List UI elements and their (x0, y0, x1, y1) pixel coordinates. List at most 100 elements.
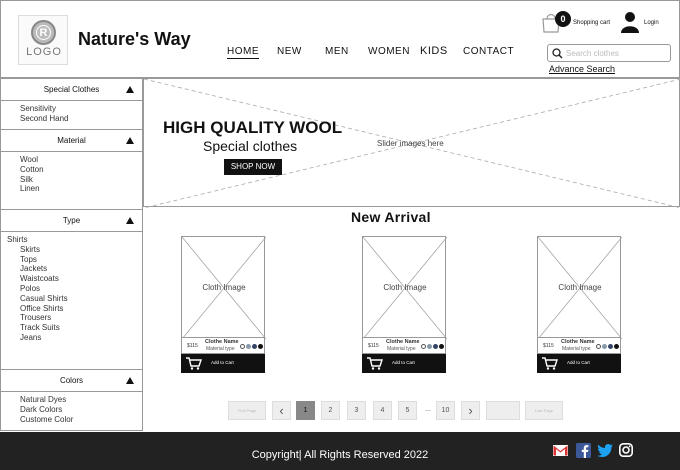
product-name[interactable]: Clothe Name (386, 339, 420, 345)
filter-item[interactable]: Linen (20, 184, 142, 194)
color-swatch[interactable] (596, 344, 601, 349)
filter-item[interactable]: Office Shirts (20, 304, 142, 314)
pagination-spacer (486, 401, 520, 420)
product-image-label: Cloth Image (558, 283, 602, 292)
product-image[interactable]: Cloth Image (181, 236, 266, 339)
page-10-button[interactable]: 10 (436, 401, 455, 420)
color-swatch[interactable] (602, 344, 607, 349)
add-to-cart-button[interactable]: Add to Cart (181, 354, 265, 373)
filter-item[interactable]: Tops (20, 255, 142, 265)
hero-slider[interactable]: HIGH QUALITY WOOL Special clothes SHOP N… (143, 78, 680, 208)
product-card[interactable]: Cloth Image $115 Clothe Name Material ty… (537, 236, 622, 373)
filter-item[interactable]: Jackets (20, 264, 142, 274)
page-4-button[interactable]: 4 (373, 401, 392, 420)
twitter-icon[interactable] (597, 444, 613, 457)
product-image[interactable]: Cloth Image (362, 236, 447, 339)
gmail-icon[interactable] (553, 445, 568, 456)
cart-icon (542, 357, 558, 370)
product-material: Material type (387, 346, 416, 352)
next-page-button[interactable]: › (461, 401, 480, 420)
filter-item[interactable]: Silk (20, 175, 142, 185)
filter-item[interactable]: Waistcoats (20, 274, 142, 284)
last-page-button[interactable]: Last Page (525, 401, 563, 420)
instagram-icon[interactable] (619, 443, 633, 457)
color-swatch[interactable] (421, 344, 426, 349)
color-swatch[interactable] (614, 344, 619, 349)
nav-home[interactable]: HOME (227, 46, 259, 59)
filter-item[interactable]: Dark Colors (20, 405, 142, 415)
filter-item[interactable]: Track Suits (20, 323, 142, 333)
cart-label[interactable]: Shopping cart (573, 20, 610, 26)
product-name[interactable]: Clothe Name (561, 339, 595, 345)
pagination-ellipsis: ... (425, 406, 431, 413)
filter-item[interactable]: Wool (20, 155, 142, 165)
filter-header-type[interactable]: Type (1, 210, 142, 232)
page-2-button[interactable]: 2 (321, 401, 340, 420)
color-swatch[interactable] (427, 344, 432, 349)
color-swatch[interactable] (246, 344, 251, 349)
user-icon[interactable] (620, 11, 640, 33)
filter-list: Natural Dyes Dark Colors Custome Color (1, 392, 142, 424)
filter-item[interactable]: Second Hand (20, 114, 142, 124)
nav-kids[interactable]: KIDS (420, 45, 448, 57)
filter-item[interactable]: Shirts (7, 235, 142, 245)
filter-list: Shirts Skirts Tops Jackets Waistcoats Po… (1, 232, 142, 343)
collapse-triangle-icon[interactable] (126, 137, 134, 144)
search-input[interactable] (566, 47, 666, 60)
product-image-label: Cloth Image (202, 283, 246, 292)
cart-icon (186, 357, 202, 370)
section-title: New Arrival (351, 209, 431, 225)
collapse-triangle-icon[interactable] (126, 377, 134, 384)
nav-men[interactable]: MEN (325, 46, 349, 57)
color-swatch[interactable] (240, 344, 245, 349)
search-box (547, 44, 671, 62)
add-to-cart-button[interactable]: Add to Cart (362, 354, 446, 373)
filter-item[interactable]: Skirts (20, 245, 142, 255)
color-swatch[interactable] (252, 344, 257, 349)
product-card[interactable]: Cloth Image $115 Clothe Name Material ty… (362, 236, 447, 373)
collapse-triangle-icon[interactable] (126, 86, 134, 93)
shop-now-button[interactable]: SHOP NOW (224, 159, 282, 175)
product-card[interactable]: Cloth Image $115 Clothe Name Material ty… (181, 236, 266, 373)
color-swatch[interactable] (608, 344, 613, 349)
facebook-icon[interactable] (576, 443, 591, 458)
page-5-button[interactable]: 5 (398, 401, 417, 420)
color-swatch[interactable] (439, 344, 444, 349)
logo-mark-icon: R (31, 20, 56, 45)
color-swatch[interactable] (433, 344, 438, 349)
collapse-triangle-icon[interactable] (126, 217, 134, 224)
add-to-cart-button[interactable]: Add to Cart (537, 354, 621, 373)
product-name[interactable]: Clothe Name (205, 339, 239, 345)
first-page-button[interactable]: First Page (228, 401, 266, 420)
advance-search-link[interactable]: Advance Search (549, 64, 615, 74)
filter-header-colors[interactable]: Colors (1, 370, 142, 392)
nav-women[interactable]: WOMEN (368, 46, 410, 57)
page-3-button[interactable]: 3 (347, 401, 366, 420)
login-link[interactable]: Login (644, 20, 659, 26)
logo-text: LOGO (26, 46, 62, 58)
product-image[interactable]: Cloth Image (537, 236, 622, 339)
filter-item[interactable]: Casual Shirts (20, 294, 142, 304)
product-info: $115 Clothe Name Material type (181, 338, 265, 354)
filter-item[interactable]: Sensitivity (20, 104, 142, 114)
product-price: $115 (543, 343, 554, 349)
filter-item[interactable]: Jeans (20, 333, 142, 343)
filter-item[interactable]: Natural Dyes (20, 395, 142, 405)
search-icon[interactable] (552, 48, 563, 59)
nav-new[interactable]: NEW (277, 46, 302, 57)
brand-name: Nature's Way (78, 29, 191, 49)
cart-icon (367, 357, 383, 370)
logo[interactable]: R LOGO (18, 15, 68, 65)
filter-list: Sensitivity Second Hand (1, 101, 142, 124)
color-swatch[interactable] (258, 344, 263, 349)
prev-page-button[interactable]: ‹ (272, 401, 291, 420)
filter-item[interactable]: Cotton (20, 165, 142, 175)
filter-item[interactable]: Polos (20, 284, 142, 294)
filter-header-material[interactable]: Material (1, 130, 142, 152)
product-image-label: Cloth Image (383, 283, 427, 292)
filter-item[interactable]: Trousers (20, 313, 142, 323)
filter-item[interactable]: Custome Color (20, 415, 142, 425)
filter-header-special[interactable]: Special Clothes (1, 79, 142, 101)
page-1-button[interactable]: 1 (296, 401, 315, 420)
nav-contact[interactable]: CONTACT (463, 46, 514, 57)
